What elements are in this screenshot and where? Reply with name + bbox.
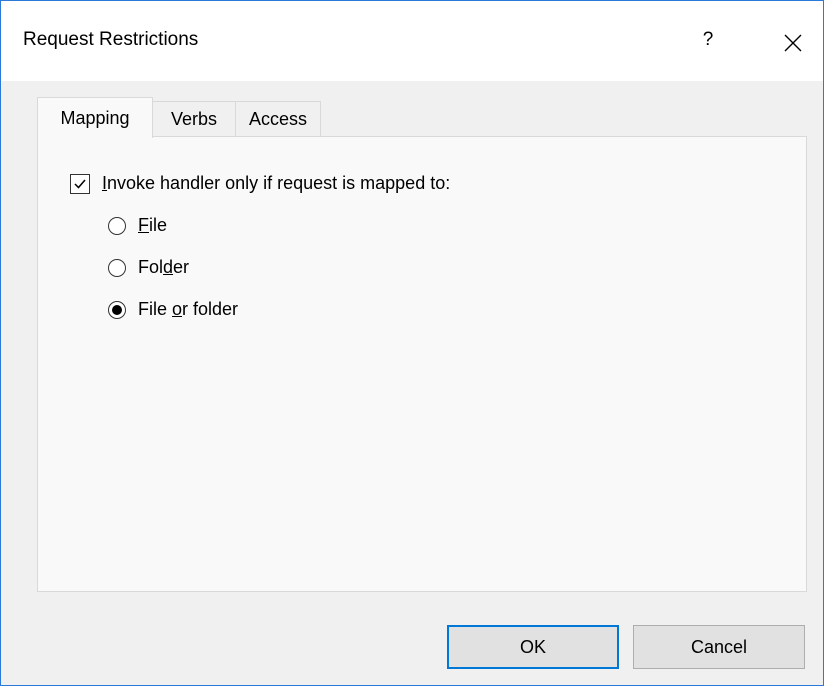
radio-folder[interactable]: Folder [108,257,189,278]
tab-mapping[interactable]: Mapping [37,97,153,138]
radio-folder-indicator[interactable] [108,258,126,277]
checkmark-icon [74,179,86,189]
tab-panel-mapping: Invoke handler only if request is mapped… [37,136,807,592]
help-button[interactable]: ? [691,23,725,57]
dialog-window: Request Restrictions ? Mapping Verbs Acc… [0,0,824,686]
radio-file-label: File [138,215,168,235]
invoke-handler-label: Invoke handler only if request is mapped… [102,173,451,193]
radio-folder-label: Folder [138,257,190,277]
close-icon [784,34,802,52]
radio-file[interactable]: File [108,215,167,236]
checkbox-box[interactable] [70,173,90,194]
tab-access[interactable]: Access [235,101,321,136]
radio-file-or-folder[interactable]: File or folder [108,299,238,320]
ok-button[interactable]: OK [447,625,619,669]
title-bar[interactable]: Request Restrictions ? [1,1,823,81]
radio-file-or-folder-indicator[interactable] [108,300,126,319]
tab-verbs[interactable]: Verbs [151,101,237,136]
radio-file-or-folder-label: File or folder [138,299,239,319]
close-button[interactable] [773,23,813,63]
radio-file-indicator[interactable] [108,216,126,235]
dialog-title: Request Restrictions [23,29,199,50]
cancel-button[interactable]: Cancel [633,625,805,669]
invoke-handler-checkbox[interactable]: Invoke handler only if request is mapped… [70,173,450,194]
